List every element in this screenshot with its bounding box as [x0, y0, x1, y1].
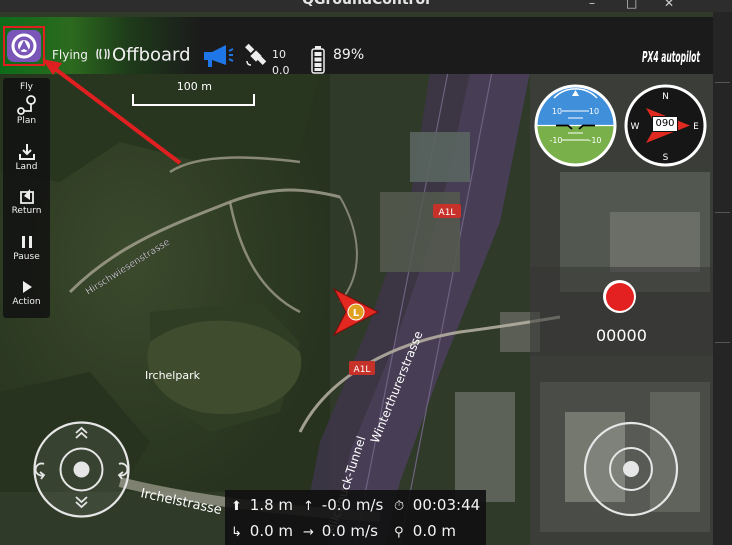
walking-icon: ⚲ [394, 525, 404, 540]
battery-percentage: 89% [333, 47, 365, 63]
compass-south-label: S [663, 153, 669, 163]
compass-west-label: W [631, 122, 640, 132]
pause-button[interactable]: Pause [3, 232, 50, 262]
distance-walked-value: 0.0 m [412, 522, 457, 540]
plan-icon [16, 95, 36, 115]
minimize-button[interactable]: – [589, 0, 595, 10]
brand-logo-text: PX4 autopilot [642, 48, 700, 66]
action-button[interactable]: Action [3, 277, 50, 307]
distance-home-icon: ↳ [231, 525, 242, 540]
ground-speed-value: 0.0 m/s [321, 522, 378, 540]
satellite-icon[interactable] [243, 43, 269, 69]
park-label: Irchelpark [145, 369, 201, 382]
land-icon [18, 144, 35, 160]
left-toolstrip: Fly Plan Land Return Pause Action [3, 78, 50, 318]
top-toolbar: Flying Offboard 10 0.0 89% PX4 autopilot [0, 17, 713, 77]
fly-label: Fly [19, 82, 33, 92]
right-joystick[interactable] [582, 420, 680, 518]
vertical-speed-icon: ↑ [303, 499, 314, 514]
vertical-speed-item: ↑ -0.0 m/s [303, 496, 383, 514]
flight-mode-selector[interactable]: Offboard [112, 45, 191, 66]
action-icon [22, 281, 32, 293]
flight-time-item: ⏱ 00:03:44 [394, 496, 480, 514]
pitch-label: -10 [549, 136, 562, 145]
ground-speed-icon: → [303, 525, 314, 540]
close-button[interactable]: ✕ [664, 0, 674, 10]
ground-speed-item: → 0.0 m/s [303, 522, 378, 540]
plan-button[interactable]: Plan [3, 94, 50, 126]
app-menu-button[interactable] [3, 26, 45, 66]
altitude-value: 1.8 m [249, 496, 294, 514]
altitude-up-icon: ⬆ [231, 499, 242, 514]
window-title: QGroundControl [302, 0, 430, 8]
heading-readout: 090 [652, 116, 678, 132]
road-shield-label: A1L [354, 365, 371, 375]
maximize-button[interactable]: □ [626, 0, 637, 10]
action-label: Action [12, 297, 41, 307]
qgc-logo-icon [7, 30, 41, 62]
altitude-item: ⬆ 1.8 m [231, 496, 293, 514]
vehicle-marker[interactable]: L [326, 283, 384, 341]
flight-state[interactable]: Flying [52, 48, 88, 62]
battery-icon[interactable] [311, 46, 325, 74]
record-timer: 00000 [596, 326, 647, 345]
signal-wave-icon [96, 48, 110, 60]
fly-button[interactable]: Fly [3, 82, 50, 92]
distance-home-item: ↳ 0.0 m [231, 522, 293, 540]
gps-hdop: 0.0 [272, 64, 290, 77]
return-icon [19, 189, 34, 204]
stopwatch-icon: ⏱ [394, 499, 405, 514]
pitch-label: 10 [589, 107, 599, 116]
compass-north-label: N [662, 92, 669, 102]
road-shield-label: A1L [439, 208, 456, 218]
return-label: Return [11, 206, 42, 216]
pitch-label: -10 [588, 136, 601, 145]
compass-east-label: E [693, 122, 699, 132]
flight-time-value: 00:03:44 [412, 496, 481, 514]
pitch-label: 10 [552, 107, 562, 116]
distance-home-value: 0.0 m [249, 522, 294, 540]
window-edge [713, 12, 732, 545]
record-button[interactable] [603, 280, 636, 313]
distance-walked-item: ⚲ 0.0 m [394, 522, 456, 540]
record-dot [605, 282, 634, 311]
plan-label: Plan [16, 116, 37, 126]
pause-icon [21, 236, 32, 248]
attitude-indicator[interactable]: 10 10 -10 -10 [534, 84, 617, 167]
return-button[interactable]: Return [3, 186, 50, 216]
land-label: Land [15, 162, 38, 172]
pause-label: Pause [13, 252, 40, 262]
land-button[interactable]: Land [3, 142, 50, 172]
window-titlebar: QGroundControl – □ ✕ [0, 0, 732, 12]
megaphone-icon[interactable] [202, 43, 234, 69]
left-joystick[interactable] [32, 420, 131, 519]
map-scale-label: 100 m [176, 80, 212, 93]
telemetry-panel: ⬆ 1.8 m ↑ -0.0 m/s ⏱ 00:03:44 ↳ 0.0 m → … [225, 490, 486, 545]
vehicle-letter: L [353, 308, 360, 319]
vertical-speed-value: -0.0 m/s [321, 496, 384, 514]
px4-autopilot-logo: PX4 autopilot [642, 48, 700, 66]
satellite-count: 10 [272, 48, 286, 61]
